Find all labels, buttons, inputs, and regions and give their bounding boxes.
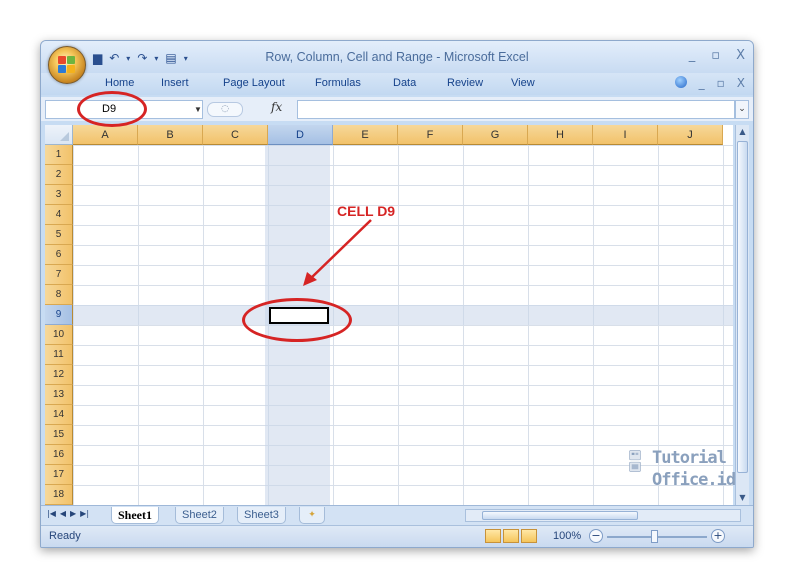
window-title: Row, Column, Cell and Range - Microsoft … bbox=[265, 50, 529, 64]
ribbon-minimize-icon[interactable]: _ bbox=[699, 76, 705, 90]
row-header-14[interactable]: 14 bbox=[45, 405, 73, 425]
office-logo-icon bbox=[58, 56, 76, 74]
formula-input[interactable] bbox=[297, 100, 735, 119]
tab-formulas[interactable]: Formulas bbox=[315, 77, 361, 89]
first-sheet-icon[interactable]: |◀ bbox=[47, 509, 56, 518]
column-header-i[interactable]: I bbox=[593, 125, 658, 145]
next-sheet-icon[interactable]: ▶ bbox=[70, 509, 76, 518]
formula-bar: D9 ▼ ◌ fx ⌄ bbox=[41, 97, 753, 121]
column-header-d[interactable]: D bbox=[268, 125, 333, 145]
cell-highlight-ellipse bbox=[242, 298, 352, 342]
column-header-h[interactable]: H bbox=[528, 125, 593, 145]
sheet-tab-bar: |◀ ◀ ▶ ▶| Sheet1 Sheet2 Sheet3 ✦ bbox=[41, 505, 753, 526]
tab-insert[interactable]: Insert bbox=[161, 77, 189, 89]
annotation-arrow-icon bbox=[303, 219, 372, 286]
prev-sheet-icon[interactable]: ◀ bbox=[60, 509, 66, 518]
row-header-15[interactable]: 15 bbox=[45, 425, 73, 445]
watermark-line-2: Office.id bbox=[652, 470, 736, 490]
formula-controls: ◌ fx bbox=[205, 100, 293, 117]
selected-row-highlight bbox=[73, 305, 733, 325]
watermark-line-1: Tutorial bbox=[652, 448, 727, 468]
close-icon[interactable]: X bbox=[736, 48, 745, 63]
formula-cancel-icon[interactable]: ◌ bbox=[207, 102, 243, 117]
expand-formula-bar-icon[interactable]: ⌄ bbox=[735, 100, 749, 119]
watermark-logo-icon bbox=[629, 450, 641, 472]
minimize-icon[interactable]: _ bbox=[689, 48, 696, 63]
row-header-13[interactable]: 13 bbox=[45, 385, 73, 405]
tab-page-layout[interactable]: Page Layout bbox=[223, 77, 285, 89]
row-header-16[interactable]: 16 bbox=[45, 445, 73, 465]
row-header-12[interactable]: 12 bbox=[45, 365, 73, 385]
tab-view[interactable]: View bbox=[511, 77, 535, 89]
row-header-17[interactable]: 17 bbox=[45, 465, 73, 485]
view-buttons bbox=[485, 529, 537, 543]
column-header-g[interactable]: G bbox=[463, 125, 528, 145]
office-button[interactable] bbox=[48, 46, 86, 84]
row-header-7[interactable]: 7 bbox=[45, 265, 73, 285]
zoom-slider-thumb[interactable] bbox=[651, 530, 658, 543]
tab-home[interactable]: Home bbox=[105, 77, 134, 89]
horizontal-scrollbar[interactable] bbox=[465, 509, 741, 522]
normal-view-icon[interactable] bbox=[485, 529, 501, 543]
row-header-10[interactable]: 10 bbox=[45, 325, 73, 345]
sheet-tab-sheet2[interactable]: Sheet2 bbox=[175, 507, 224, 524]
scroll-down-icon[interactable]: ▼ bbox=[736, 491, 749, 505]
ribbon-close-icon[interactable]: X bbox=[737, 76, 745, 90]
tab-review[interactable]: Review bbox=[447, 77, 483, 89]
column-header-a[interactable]: A bbox=[73, 125, 138, 145]
column-header-e[interactable]: E bbox=[333, 125, 398, 145]
column-header-b[interactable]: B bbox=[138, 125, 203, 145]
ribbon-tabs: Home Insert Page Layout Formulas Data Re… bbox=[41, 73, 753, 95]
status-text: Ready bbox=[49, 530, 81, 542]
row-header-18[interactable]: 18 bbox=[45, 485, 73, 505]
name-box-highlight-ellipse bbox=[77, 91, 147, 127]
column-header-c[interactable]: C bbox=[203, 125, 268, 145]
column-header-f[interactable]: F bbox=[398, 125, 463, 145]
row-header-8[interactable]: 8 bbox=[45, 285, 73, 305]
sheet-tab-sheet1[interactable]: Sheet1 bbox=[111, 507, 159, 524]
select-all-button[interactable] bbox=[45, 125, 73, 145]
sheet-tab-sheet3[interactable]: Sheet3 bbox=[237, 507, 286, 524]
column-header-j[interactable]: J bbox=[658, 125, 723, 145]
ribbon-restore-icon[interactable]: ▫ bbox=[717, 76, 725, 90]
page-break-view-icon[interactable] bbox=[521, 529, 537, 543]
insert-function-icon[interactable]: fx bbox=[271, 100, 282, 114]
zoom-level[interactable]: 100% bbox=[553, 530, 581, 542]
vertical-scrollbar[interactable]: ▲ ▼ bbox=[735, 125, 749, 505]
insert-sheet-icon[interactable]: ✦ bbox=[299, 507, 325, 524]
vertical-scroll-thumb[interactable] bbox=[737, 141, 748, 473]
row-header-4[interactable]: 4 bbox=[45, 205, 73, 225]
row-header-11[interactable]: 11 bbox=[45, 345, 73, 365]
help-icon[interactable] bbox=[674, 76, 687, 88]
ribbon-right-controls: _ ▫ X bbox=[674, 76, 745, 90]
row-header-2[interactable]: 2 bbox=[45, 165, 73, 185]
zoom-in-icon[interactable]: + bbox=[711, 529, 725, 543]
title-bar: ▆ ↶ ▾ ↷ ▾ ▤ ▾ Row, Column, Cell and Rang… bbox=[41, 41, 753, 73]
scroll-up-icon[interactable]: ▲ bbox=[736, 125, 749, 139]
sheet-nav-buttons: |◀ ◀ ▶ ▶| bbox=[47, 509, 89, 518]
row-header-9[interactable]: 9 bbox=[45, 305, 73, 325]
horizontal-scroll-thumb[interactable] bbox=[482, 511, 638, 520]
row-header-1[interactable]: 1 bbox=[45, 145, 73, 165]
status-bar: Ready 100% − + bbox=[41, 525, 753, 547]
row-header-6[interactable]: 6 bbox=[45, 245, 73, 265]
watermark: Tutorial Office.id bbox=[624, 448, 736, 500]
tab-data[interactable]: Data bbox=[393, 77, 416, 89]
window-controls: _ ▫ X bbox=[689, 48, 745, 63]
name-box-dropdown-icon[interactable]: ▼ bbox=[193, 101, 203, 118]
last-sheet-icon[interactable]: ▶| bbox=[80, 509, 89, 518]
select-all-triangle-icon bbox=[60, 132, 69, 141]
annotation-label: CELL D9 bbox=[337, 203, 396, 219]
zoom-out-icon[interactable]: − bbox=[589, 529, 603, 543]
maximize-icon[interactable]: ▫ bbox=[711, 48, 720, 63]
page-layout-view-icon[interactable] bbox=[503, 529, 519, 543]
row-header-5[interactable]: 5 bbox=[45, 225, 73, 245]
row-header-3[interactable]: 3 bbox=[45, 185, 73, 205]
